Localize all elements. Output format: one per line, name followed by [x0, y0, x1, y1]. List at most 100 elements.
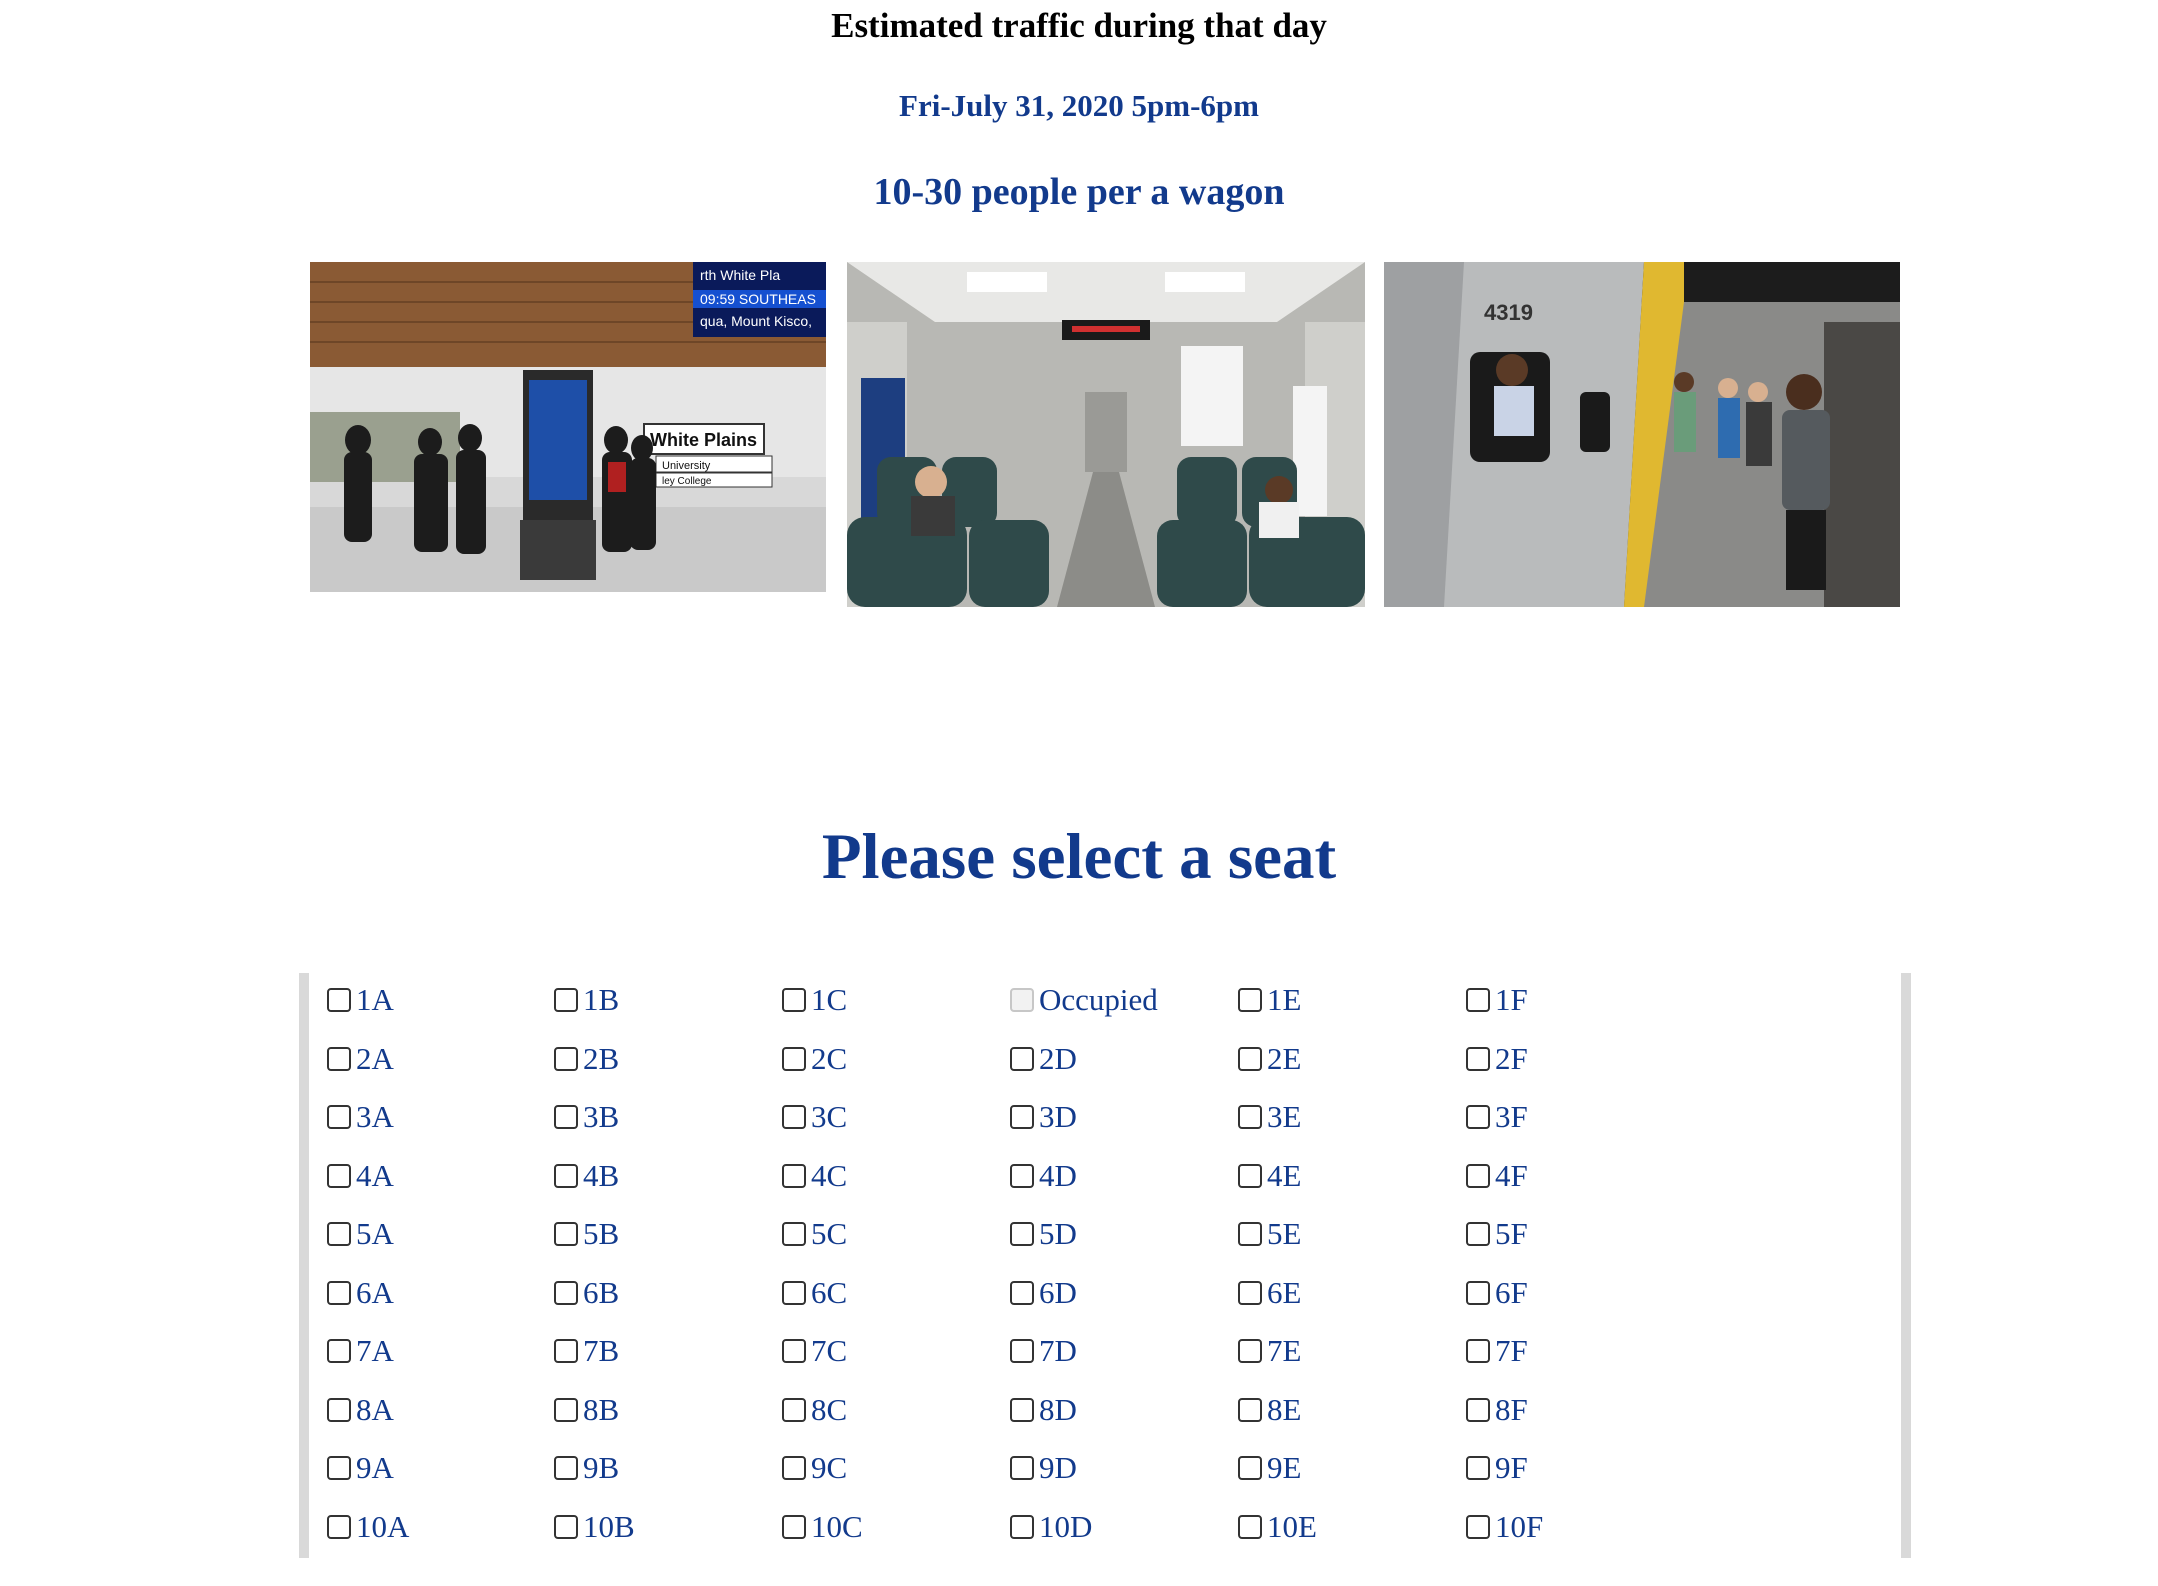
- seat-option[interactable]: 5A: [327, 1214, 394, 1254]
- seat-checkbox[interactable]: [327, 1339, 351, 1363]
- seat-checkbox[interactable]: [327, 1105, 351, 1129]
- seat-checkbox[interactable]: [782, 1514, 806, 1539]
- seat-option[interactable]: 9A: [327, 1448, 394, 1488]
- seat-option[interactable]: 1B: [554, 980, 619, 1020]
- seat-checkbox[interactable]: [1010, 1163, 1034, 1188]
- seat-checkbox[interactable]: [554, 1339, 578, 1363]
- seat-checkbox[interactable]: [1238, 1339, 1262, 1363]
- seat-checkbox[interactable]: [1010, 1397, 1034, 1422]
- seat-checkbox[interactable]: [327, 1514, 351, 1539]
- seat-option[interactable]: 3D: [1010, 1097, 1077, 1137]
- seat-option[interactable]: 3E: [1238, 1097, 1301, 1137]
- seat-checkbox[interactable]: [1010, 1339, 1034, 1363]
- seat-option[interactable]: 9E: [1238, 1448, 1301, 1488]
- seat-checkbox[interactable]: [1466, 988, 1490, 1012]
- seat-option[interactable]: 6F: [1466, 1273, 1528, 1313]
- seat-option[interactable]: 7C: [782, 1331, 847, 1371]
- seat-option[interactable]: 5F: [1466, 1214, 1528, 1254]
- seat-checkbox[interactable]: [782, 1163, 806, 1188]
- seat-option[interactable]: 1F: [1466, 980, 1528, 1020]
- seat-checkbox[interactable]: [327, 1163, 351, 1188]
- seat-option[interactable]: 3C: [782, 1097, 847, 1137]
- seat-checkbox[interactable]: [554, 1222, 578, 1246]
- seat-option[interactable]: 5E: [1238, 1214, 1301, 1254]
- seat-checkbox[interactable]: [554, 1456, 578, 1480]
- seat-option[interactable]: 7F: [1466, 1331, 1528, 1371]
- seat-checkbox[interactable]: [1238, 1222, 1262, 1246]
- seat-checkbox[interactable]: [554, 988, 578, 1012]
- seat-checkbox[interactable]: [782, 1397, 806, 1422]
- seat-checkbox[interactable]: [1238, 1105, 1262, 1129]
- seat-option[interactable]: 4D: [1010, 1156, 1077, 1196]
- seat-checkbox[interactable]: [327, 1397, 351, 1422]
- seat-option[interactable]: 9F: [1466, 1448, 1528, 1488]
- seat-checkbox[interactable]: [1466, 1105, 1490, 1129]
- seat-option[interactable]: 8E: [1238, 1390, 1301, 1430]
- seat-option[interactable]: 10B: [554, 1507, 635, 1547]
- seat-option[interactable]: 7D: [1010, 1331, 1077, 1371]
- seat-option[interactable]: 9B: [554, 1448, 619, 1488]
- seat-option[interactable]: 10C: [782, 1507, 863, 1547]
- seat-checkbox[interactable]: [1466, 1280, 1490, 1305]
- seat-checkbox[interactable]: [782, 1280, 806, 1305]
- seat-checkbox[interactable]: [554, 1397, 578, 1422]
- seat-checkbox[interactable]: [327, 1046, 351, 1071]
- seat-option[interactable]: 3F: [1466, 1097, 1528, 1137]
- seat-checkbox[interactable]: [1238, 1456, 1262, 1480]
- seat-checkbox[interactable]: [1238, 1280, 1262, 1305]
- seat-option[interactable]: 4E: [1238, 1156, 1301, 1196]
- seat-option[interactable]: 6C: [782, 1273, 847, 1313]
- seat-option[interactable]: 10E: [1238, 1507, 1317, 1547]
- seat-option[interactable]: 9C: [782, 1448, 847, 1488]
- seat-option[interactable]: 5B: [554, 1214, 619, 1254]
- seat-checkbox[interactable]: [1238, 1397, 1262, 1422]
- seat-option[interactable]: 8F: [1466, 1390, 1528, 1430]
- seat-checkbox[interactable]: [554, 1105, 578, 1129]
- seat-checkbox[interactable]: [1010, 1105, 1034, 1129]
- seat-option[interactable]: 8D: [1010, 1390, 1077, 1430]
- seat-checkbox[interactable]: [1010, 1514, 1034, 1539]
- seat-checkbox[interactable]: [782, 1456, 806, 1480]
- seat-option[interactable]: 2C: [782, 1039, 847, 1079]
- seat-option[interactable]: 4B: [554, 1156, 619, 1196]
- seat-option[interactable]: 2F: [1466, 1039, 1528, 1079]
- seat-checkbox[interactable]: [554, 1163, 578, 1188]
- seat-option[interactable]: 3B: [554, 1097, 619, 1137]
- seat-option[interactable]: 7A: [327, 1331, 394, 1371]
- seat-checkbox[interactable]: [1010, 1280, 1034, 1305]
- seat-option[interactable]: 10A: [327, 1507, 409, 1547]
- seat-checkbox[interactable]: [554, 1514, 578, 1539]
- seat-checkbox[interactable]: [327, 1456, 351, 1480]
- seat-checkbox[interactable]: [1238, 1163, 1262, 1188]
- seat-checkbox[interactable]: [1466, 1046, 1490, 1071]
- seat-checkbox[interactable]: [782, 1046, 806, 1071]
- seat-checkbox[interactable]: [554, 1046, 578, 1071]
- seat-option[interactable]: 9D: [1010, 1448, 1077, 1488]
- seat-checkbox[interactable]: [1466, 1397, 1490, 1422]
- seat-checkbox[interactable]: [782, 988, 806, 1012]
- seat-option[interactable]: 7B: [554, 1331, 619, 1371]
- seat-checkbox[interactable]: [327, 1222, 351, 1246]
- seat-option[interactable]: 1C: [782, 980, 847, 1020]
- seat-checkbox[interactable]: [782, 1105, 806, 1129]
- seat-checkbox[interactable]: [1466, 1339, 1490, 1363]
- seat-option[interactable]: 6D: [1010, 1273, 1077, 1313]
- seat-option[interactable]: 6B: [554, 1273, 619, 1313]
- seat-checkbox[interactable]: [327, 1280, 351, 1305]
- seat-checkbox[interactable]: [327, 988, 351, 1012]
- seat-option[interactable]: 7E: [1238, 1331, 1301, 1371]
- seat-option[interactable]: 3A: [327, 1097, 394, 1137]
- seat-checkbox[interactable]: [782, 1222, 806, 1246]
- seat-option[interactable]: 6A: [327, 1273, 394, 1313]
- seat-option[interactable]: 5D: [1010, 1214, 1077, 1254]
- seat-option[interactable]: 8A: [327, 1390, 394, 1430]
- seat-checkbox[interactable]: [1238, 988, 1262, 1012]
- seat-checkbox[interactable]: [1238, 1514, 1262, 1539]
- seat-option[interactable]: 4C: [782, 1156, 847, 1196]
- seat-option[interactable]: 8C: [782, 1390, 847, 1430]
- seat-checkbox[interactable]: [1010, 1222, 1034, 1246]
- seat-option[interactable]: 4F: [1466, 1156, 1528, 1196]
- seat-option[interactable]: 2B: [554, 1039, 619, 1079]
- seat-option[interactable]: 1A: [327, 980, 394, 1020]
- seat-checkbox[interactable]: [1466, 1163, 1490, 1188]
